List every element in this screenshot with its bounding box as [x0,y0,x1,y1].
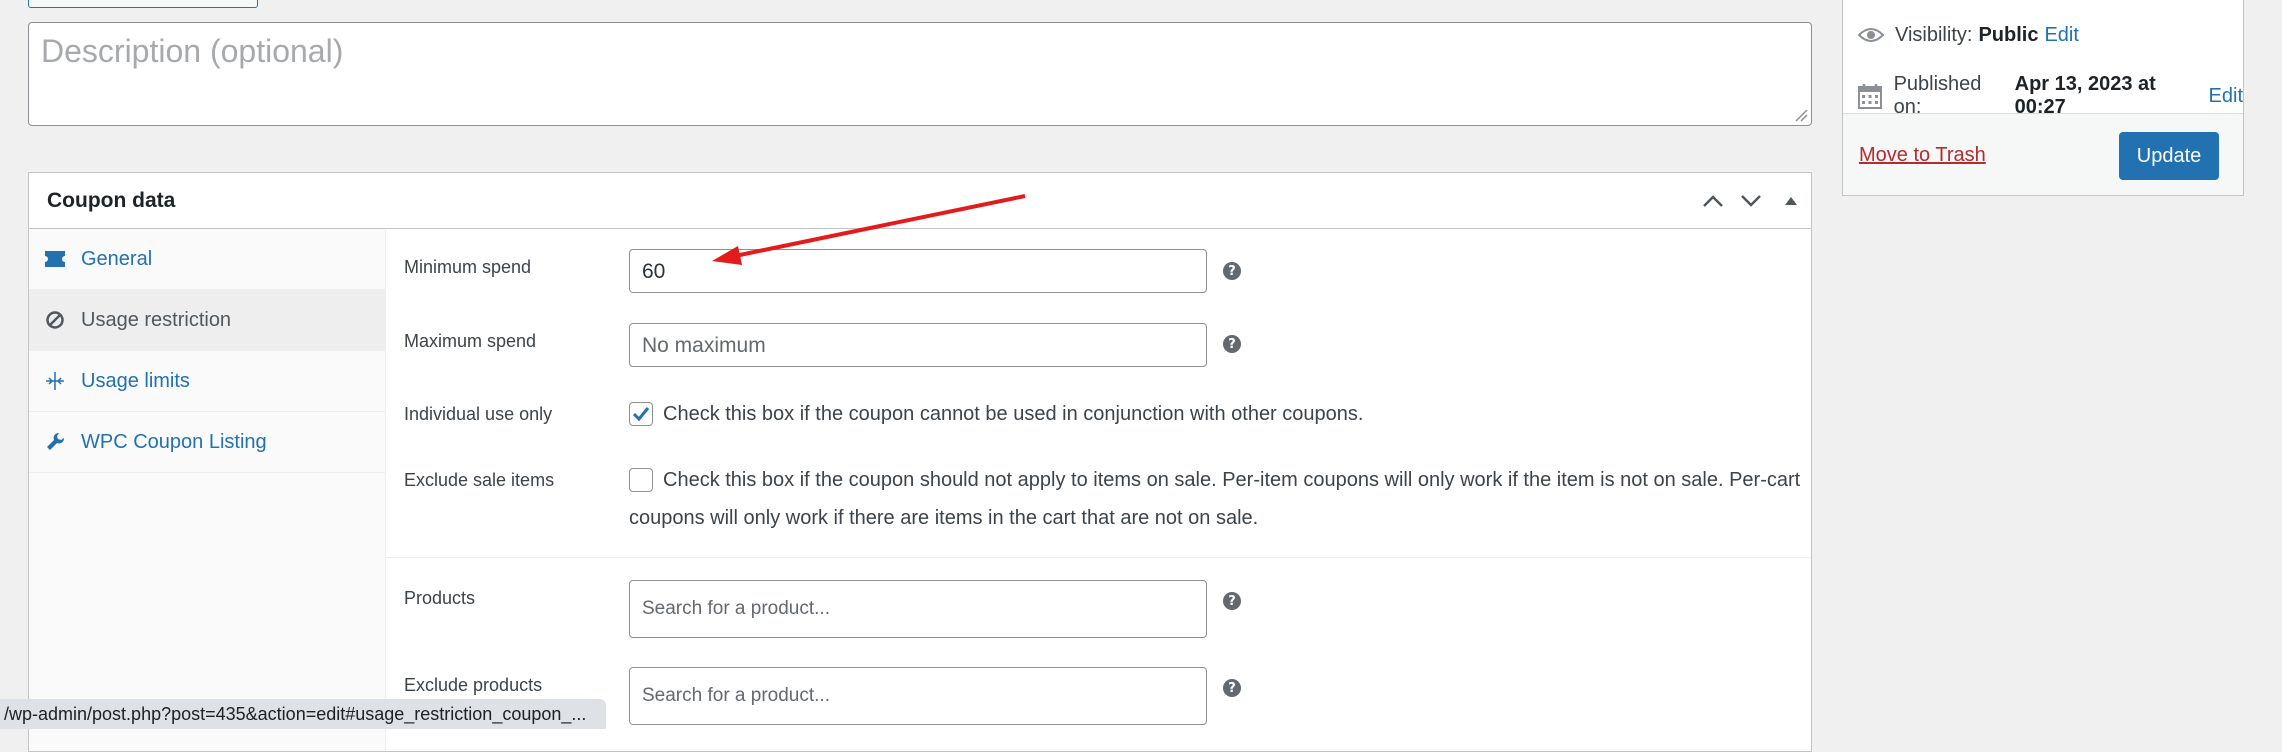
individual-use-checkbox[interactable] [629,402,653,426]
tab-label: General [81,248,153,270]
section-divider [386,557,1811,558]
eye-icon [1857,21,1885,49]
exclude-sale-label: Exclude sale items [404,470,555,490]
minimum-spend-value: 60 [642,260,666,283]
tab-wpc-coupon-listing[interactable]: WPC Coupon Listing [29,412,385,473]
exclude-sale-description-line1: Check this box if the coupon should not … [663,469,1801,491]
wrench-icon [45,432,65,452]
collapse-toggle-icon[interactable] [1777,187,1805,215]
minimum-spend-label: Minimum spend [404,257,532,277]
exclude-sale-checkbox[interactable] [629,468,653,492]
exclude-products-label: Exclude products [404,675,543,695]
products-placeholder: Search for a product... [642,598,830,619]
checkmark-icon [632,407,650,422]
publish-box: Visibility: Public Edit Published on: Ap… [1842,0,2244,196]
panel-header: Coupon data [29,173,1811,229]
maximum-spend-input[interactable]: No maximum [629,323,1207,367]
move-to-trash-link[interactable]: Move to Trash [1859,144,1986,167]
individual-use-description: Check this box if the coupon cannot be u… [663,403,1364,425]
description-placeholder: Description (optional) [41,33,344,69]
visibility-value: Public [1978,23,2039,46]
help-icon[interactable]: ? [1223,592,1241,610]
status-bar-url: /wp-admin/post.php?post=435&action=edit#… [0,699,606,729]
move-down-icon[interactable] [1737,187,1765,215]
help-icon[interactable]: ? [1223,679,1241,697]
publish-actions: Move to Trash Update [1843,113,2243,195]
top-button[interactable] [28,0,258,8]
limits-icon [45,371,65,391]
update-button[interactable]: Update [2119,132,2219,180]
description-textarea[interactable]: Description (optional) [28,22,1812,126]
visibility-row: Visibility: Public Edit [1857,21,2079,49]
tab-label: Usage restriction [81,309,232,331]
tab-label: WPC Coupon Listing [81,431,267,453]
resize-grip-icon[interactable] [1794,108,1808,122]
visibility-edit-link[interactable]: Edit [2044,24,2078,47]
visibility-label: Visibility: [1895,23,1973,46]
exclude-products-placeholder: Search for a product... [642,685,830,706]
block-icon [45,310,65,330]
tab-label: Usage limits [81,370,190,392]
maximum-spend-label: Maximum spend [404,331,537,351]
published-edit-link[interactable]: Edit [2209,85,2243,108]
help-icon[interactable]: ? [1223,262,1241,280]
panel-title: Coupon data [47,189,176,212]
help-icon[interactable]: ? [1223,335,1241,353]
tab-usage-limits[interactable]: Usage limits [29,351,385,412]
tab-usage-restriction[interactable]: Usage restriction [29,290,385,351]
calendar-icon [1857,82,1884,110]
individual-use-label: Individual use only [404,404,553,424]
exclude-products-search-input[interactable]: Search for a product... [629,667,1207,725]
tab-general[interactable]: General [29,229,385,290]
coupon-tabs: General Usage restriction Usage limits W… [29,229,386,751]
minimum-spend-input[interactable]: 60 [629,249,1207,293]
products-label: Products [404,588,476,608]
products-search-input[interactable]: Search for a product... [629,580,1207,638]
maximum-spend-placeholder: No maximum [642,334,766,357]
exclude-sale-description-line2: coupons will only work if there are item… [629,507,1259,529]
ticket-icon [45,249,65,269]
move-up-icon[interactable] [1699,187,1727,215]
coupon-data-panel: Coupon data General Usage restriction Us… [28,172,1812,752]
